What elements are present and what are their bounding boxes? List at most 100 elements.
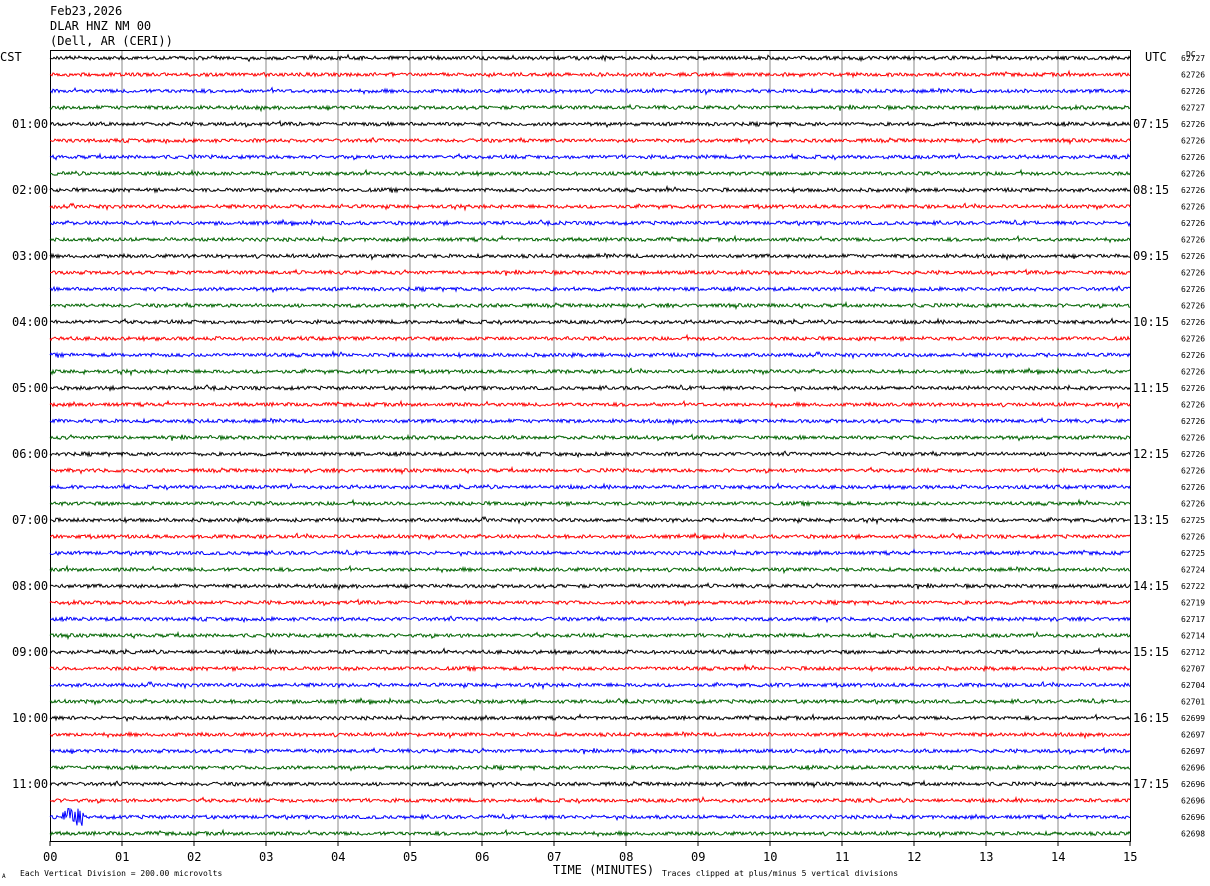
dc-offset-label: 62726 bbox=[1181, 302, 1205, 311]
dc-offset-label: 62726 bbox=[1181, 203, 1205, 212]
dc-offset-label: 62726 bbox=[1181, 384, 1205, 393]
dc-offset-label: 62726 bbox=[1181, 87, 1205, 96]
dc-offset-label: 62698 bbox=[1181, 830, 1205, 839]
x-tick-label: 03 bbox=[259, 850, 273, 864]
hour-label-cst: 02:00 bbox=[12, 183, 48, 197]
dc-offset-label: 62722 bbox=[1181, 582, 1205, 591]
hour-label-utc: 14:15 bbox=[1133, 579, 1169, 593]
x-tick-label: 00 bbox=[43, 850, 57, 864]
dc-offset-label: 62701 bbox=[1181, 698, 1205, 707]
dc-offset-label: 62726 bbox=[1181, 71, 1205, 80]
seismic-trace bbox=[49, 119, 1131, 129]
seismic-trace bbox=[49, 234, 1131, 244]
dc-offset-label: 62726 bbox=[1181, 170, 1205, 179]
hour-label-utc: 13:15 bbox=[1133, 513, 1169, 527]
x-tick-label: 07 bbox=[547, 850, 561, 864]
x-tick-label: 01 bbox=[115, 850, 129, 864]
dc-offset-label: 62726 bbox=[1181, 219, 1205, 228]
location-label: (Dell, AR (CERI)) bbox=[50, 34, 173, 48]
seismic-trace bbox=[49, 384, 1131, 393]
seismic-trace bbox=[49, 349, 1131, 360]
dc-offset-label: 62714 bbox=[1181, 632, 1205, 641]
seismic-trace bbox=[49, 136, 1131, 146]
seismic-trace bbox=[49, 53, 1131, 63]
x-tick-label: 09 bbox=[691, 850, 705, 864]
seismic-trace bbox=[49, 252, 1131, 261]
x-tick-label: 13 bbox=[979, 850, 993, 864]
hour-label-cst: 08:00 bbox=[12, 579, 48, 593]
hour-label-utc: 16:15 bbox=[1133, 711, 1169, 725]
x-axis-title: TIME (MINUTES) bbox=[553, 863, 654, 877]
dc-offset-label: 62712 bbox=[1181, 648, 1205, 657]
dc-offset-label: 62725 bbox=[1181, 549, 1205, 558]
x-axis-ticks: 00 01 02 03 04 05 06 07 08 09 10 11 12 13 14 15 bbox=[43, 841, 1137, 864]
seismic-traces bbox=[49, 53, 1131, 839]
seismic-trace bbox=[49, 482, 1131, 491]
x-tick-label: 06 bbox=[475, 850, 489, 864]
hour-label-utc: 17:15 bbox=[1133, 777, 1169, 791]
dc-offset-label: 62724 bbox=[1181, 566, 1205, 575]
dc-offset-label: 62704 bbox=[1181, 681, 1205, 690]
seismic-trace bbox=[49, 202, 1131, 212]
dc-offset-label: 62696 bbox=[1181, 813, 1205, 822]
dc-offset-label: 62726 bbox=[1181, 368, 1205, 377]
left-timezone-label: CST bbox=[0, 50, 22, 64]
seismic-trace bbox=[49, 300, 1131, 311]
dc-offset-label: 62726 bbox=[1181, 186, 1205, 195]
x-tick-label: 02 bbox=[187, 850, 201, 864]
x-tick-label: 04 bbox=[331, 850, 345, 864]
x-tick-label: 15 bbox=[1123, 850, 1137, 864]
seismic-trace bbox=[49, 450, 1131, 459]
corner-mark: A bbox=[2, 873, 6, 880]
dc-offset-label: 62696 bbox=[1181, 797, 1205, 806]
station-label: DLAR HNZ NM 00 bbox=[50, 19, 151, 33]
seismic-trace bbox=[49, 531, 1131, 541]
dc-offset-label: 62726 bbox=[1181, 153, 1205, 162]
dc-offset-label: 62726 bbox=[1181, 483, 1205, 492]
footer-clip-note: Traces clipped at plus/minus 5 vertical … bbox=[662, 869, 898, 878]
dc-offset-label: 62726 bbox=[1181, 318, 1205, 327]
dc-offset-label: 62719 bbox=[1181, 599, 1205, 608]
seismic-trace bbox=[49, 764, 1131, 772]
seismic-trace bbox=[49, 730, 1131, 740]
seismic-trace bbox=[49, 795, 1131, 805]
seismic-trace bbox=[49, 516, 1131, 526]
hour-label-cst: 06:00 bbox=[12, 447, 48, 461]
footer-scale-note: Each Vertical Division = 200.00 microvol… bbox=[20, 869, 222, 878]
seismic-trace bbox=[49, 548, 1131, 558]
seismic-trace bbox=[49, 268, 1131, 277]
x-tick-label: 08 bbox=[619, 850, 633, 864]
seismic-trace bbox=[49, 317, 1131, 326]
dc-offset-label: 62726 bbox=[1181, 285, 1205, 294]
seismic-trace bbox=[49, 168, 1131, 177]
dc-offset-label: 62726 bbox=[1181, 120, 1205, 129]
hour-label-utc: 11:15 bbox=[1133, 381, 1169, 395]
dc-offset-label: 62725 bbox=[1181, 516, 1205, 525]
hour-label-utc: 15:15 bbox=[1133, 645, 1169, 659]
x-tick-label: 12 bbox=[907, 850, 921, 864]
x-tick-label: 05 bbox=[403, 850, 417, 864]
dc-offset-label: 62726 bbox=[1181, 335, 1205, 344]
dc-offset-label: 62697 bbox=[1181, 731, 1205, 740]
seismic-trace bbox=[49, 713, 1131, 723]
seismic-trace bbox=[49, 416, 1131, 426]
hour-label-utc: 07:15 bbox=[1133, 117, 1169, 131]
seismic-trace bbox=[49, 366, 1131, 377]
seismic-trace bbox=[49, 779, 1131, 789]
seismic-trace bbox=[50, 615, 1131, 624]
plot-frame bbox=[50, 50, 1131, 842]
seismic-trace bbox=[49, 696, 1131, 706]
dc-offset-label: 62726 bbox=[1181, 401, 1205, 410]
hour-label-utc: 10:15 bbox=[1133, 315, 1169, 329]
dc-offset-label: 62726 bbox=[1181, 269, 1205, 278]
dc-offset-labels: 62727 62726 62726 62727 62726 62726 62726 62726… bbox=[1181, 54, 1205, 839]
seismic-trace bbox=[49, 663, 1131, 673]
seismic-trace bbox=[49, 564, 1131, 575]
dc-offset-label: 62726 bbox=[1181, 252, 1205, 261]
hour-label-cst: 01:00 bbox=[12, 117, 48, 131]
seismic-trace bbox=[49, 218, 1131, 228]
dc-offset-label: 62707 bbox=[1181, 665, 1205, 674]
right-timezone-label: UTC bbox=[1145, 50, 1167, 64]
hour-label-utc: 09:15 bbox=[1133, 249, 1169, 263]
hour-label-utc: 12:15 bbox=[1133, 447, 1169, 461]
